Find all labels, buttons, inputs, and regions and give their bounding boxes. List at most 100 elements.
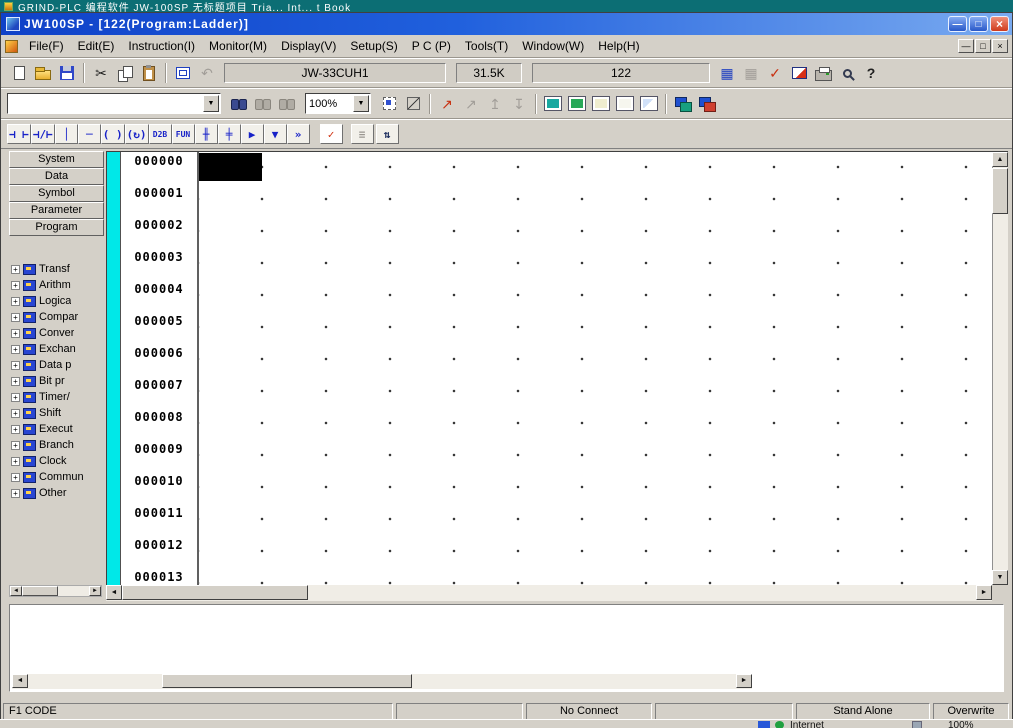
program-check-button[interactable]: ✓ <box>763 61 787 85</box>
maximize-button[interactable]: □ <box>969 16 988 32</box>
edit-cursor[interactable] <box>199 153 262 181</box>
print-preview-button[interactable] <box>835 61 859 85</box>
tree-item-convert[interactable]: +Conver <box>9 325 104 341</box>
expand-icon[interactable]: + <box>11 329 20 338</box>
list-view-button[interactable] <box>589 92 613 116</box>
tree-scroll-thumb[interactable] <box>22 586 58 596</box>
expand-icon[interactable]: + <box>11 361 20 370</box>
help-button[interactable]: ? <box>859 61 883 85</box>
cut-button[interactable]: ✂ <box>89 61 113 85</box>
expand-icon[interactable]: + <box>11 457 20 466</box>
tree-item-arithmetic[interactable]: +Arithm <box>9 277 104 293</box>
mdi-close-button[interactable]: × <box>992 39 1008 53</box>
new-file-button[interactable] <box>7 61 31 85</box>
tree-item-transfer[interactable]: +Transf <box>9 261 104 277</box>
horizontal-line-button[interactable]: ─ <box>78 124 101 144</box>
scroll-right-button[interactable]: ► <box>976 585 992 600</box>
tree-item-communication[interactable]: +Commun <box>9 469 104 485</box>
convert-check-button[interactable]: ✓ <box>320 124 343 144</box>
insert-column-button[interactable]: ▶ <box>241 124 264 144</box>
comment-view-button[interactable] <box>613 92 637 116</box>
vertical-scroll-thumb[interactable] <box>992 168 1008 214</box>
tree-item-bit-process[interactable]: +Bit pr <box>9 373 104 389</box>
vertical-scrollbar[interactable]: ▲ ▼ <box>992 152 1008 585</box>
sidebar-tab-parameter[interactable]: Parameter <box>9 202 104 219</box>
tree-item-timer-counter[interactable]: +Timer/ <box>9 389 104 405</box>
cascade-windows-button[interactable] <box>671 92 695 116</box>
scroll-left-button[interactable]: ◄ <box>106 585 122 600</box>
select-area-button[interactable] <box>377 92 401 116</box>
output-scroll-left-button[interactable]: ◄ <box>12 674 28 688</box>
tree-scroll-left-button[interactable]: ◄ <box>10 586 22 596</box>
contact-a-button[interactable]: ⊣ ⊢ <box>7 124 31 144</box>
open-file-button[interactable] <box>31 61 55 85</box>
tree-item-exchange[interactable]: +Exchan <box>9 341 104 357</box>
menu-pc[interactable]: P C (P) <box>405 36 458 56</box>
tile-windows-button[interactable] <box>695 92 719 116</box>
tree-item-execute[interactable]: +Execut <box>9 421 104 437</box>
vertical-line-button[interactable]: │ <box>55 124 78 144</box>
tree-scroll-right-button[interactable]: ► <box>89 586 101 596</box>
sidebar-tab-program[interactable]: Program <box>9 219 104 236</box>
menu-setup[interactable]: Setup(S) <box>343 36 404 56</box>
expand-icon[interactable]: + <box>11 297 20 306</box>
paste-button[interactable] <box>137 61 161 85</box>
sidebar-tab-system[interactable]: System <box>9 151 104 168</box>
sidebar-tab-data[interactable]: Data <box>9 168 104 185</box>
tree-item-branch[interactable]: +Branch <box>9 437 104 453</box>
split-view-button[interactable] <box>637 92 661 116</box>
zoom-value[interactable]: 100% <box>306 98 353 110</box>
sort-button[interactable]: ⇅ <box>376 124 399 144</box>
menu-file[interactable]: File(F) <box>22 36 71 56</box>
close-button[interactable]: × <box>990 16 1009 32</box>
save-button[interactable] <box>55 61 79 85</box>
horizontal-scroll-thumb[interactable] <box>122 585 308 600</box>
output-scroll-right-button[interactable]: ► <box>736 674 752 688</box>
tree-item-clock[interactable]: +Clock <box>9 453 104 469</box>
mdi-restore-button[interactable]: □ <box>975 39 991 53</box>
coil-button[interactable]: ( ) <box>101 124 125 144</box>
menu-window[interactable]: Window(W) <box>515 36 591 56</box>
zoom-combo[interactable]: 100% ▼ <box>305 93 371 114</box>
insert-row-button[interactable]: ▼ <box>264 124 287 144</box>
output-scroll-thumb[interactable] <box>162 674 412 688</box>
expand-icon[interactable]: + <box>11 377 20 386</box>
output-horizontal-scrollbar[interactable]: ◄ ► <box>12 674 752 689</box>
tree-horizontal-scrollbar[interactable]: ◄ ► <box>9 585 102 597</box>
download-to-plc-button[interactable]: ▦ <box>715 61 739 85</box>
symbol-search-dropdown-button[interactable]: ▼ <box>203 95 219 112</box>
timer-coil-button[interactable]: (↻) <box>125 124 149 144</box>
goto-button[interactable]: ↗ <box>435 92 459 116</box>
expand-icon[interactable]: + <box>11 345 20 354</box>
expand-icon[interactable]: + <box>11 425 20 434</box>
expand-icon[interactable]: + <box>11 393 20 402</box>
zoom-dropdown-button[interactable]: ▼ <box>353 95 369 112</box>
contact-b-button[interactable]: ⊣/⊢ <box>31 124 55 144</box>
parallel-contact-b-button[interactable]: ╪ <box>218 124 241 144</box>
minimize-button[interactable]: — <box>948 16 967 32</box>
fun-instruction-button[interactable]: FUN <box>172 124 195 144</box>
horizontal-scrollbar[interactable]: ◄ ► <box>106 585 992 601</box>
tree-item-data-process[interactable]: +Data p <box>9 357 104 373</box>
convert-button[interactable]: » <box>287 124 310 144</box>
tree-item-logical[interactable]: +Logica <box>9 293 104 309</box>
tree-item-shift[interactable]: +Shift <box>9 405 104 421</box>
sidebar-tab-symbol[interactable]: Symbol <box>9 185 104 202</box>
monitor-mode-button[interactable] <box>787 61 811 85</box>
tree-item-compare[interactable]: +Compar <box>9 309 104 325</box>
menu-edit[interactable]: Edit(E) <box>71 36 122 56</box>
find-button[interactable] <box>227 92 251 116</box>
print-button[interactable] <box>811 61 835 85</box>
expand-icon[interactable]: + <box>11 473 20 482</box>
scroll-up-button[interactable]: ▲ <box>992 152 1008 167</box>
menu-monitor[interactable]: Monitor(M) <box>202 36 274 56</box>
menu-help[interactable]: Help(H) <box>591 36 646 56</box>
expand-icon[interactable]: + <box>11 313 20 322</box>
block-edit-button[interactable] <box>171 61 195 85</box>
tree-item-other[interactable]: +Other <box>9 485 104 501</box>
expand-icon[interactable]: + <box>11 265 20 274</box>
ladder-view-button[interactable] <box>541 92 565 116</box>
monitor-view-button[interactable] <box>565 92 589 116</box>
menu-tools[interactable]: Tools(T) <box>458 36 515 56</box>
ladder-canvas[interactable] <box>199 152 992 585</box>
